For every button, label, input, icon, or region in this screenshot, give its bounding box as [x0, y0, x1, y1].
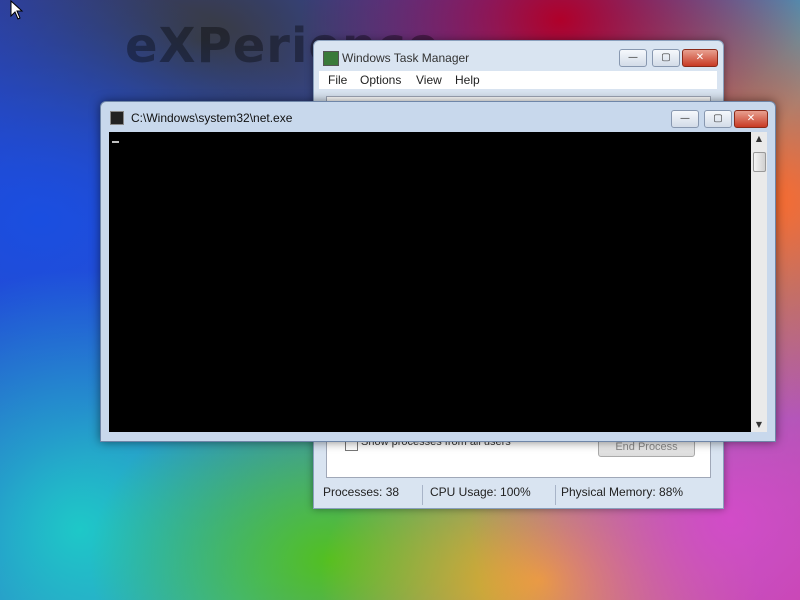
- status-physical-memory: Physical Memory: 88%: [561, 485, 684, 499]
- status-cpu-usage: CPU Usage: 100%: [430, 485, 531, 499]
- console-close-button[interactable]: ✕: [734, 110, 768, 128]
- console-scrollbar[interactable]: ▲ ▼: [751, 132, 767, 432]
- tm-menu-file[interactable]: File: [328, 73, 347, 87]
- tm-close-button[interactable]: ✕: [682, 49, 718, 67]
- console-title: C:\Windows\system32\net.exe: [131, 111, 293, 125]
- console-output-area[interactable]: [109, 132, 751, 432]
- tm-menu-options[interactable]: Options: [360, 73, 401, 87]
- console-icon: [110, 111, 124, 125]
- task-manager-icon: [323, 51, 339, 66]
- tm-menubar: File Options View Help: [319, 71, 717, 89]
- status-processes: Processes: 38: [323, 485, 400, 499]
- mouse-cursor-icon: [10, 0, 24, 20]
- scroll-down-icon[interactable]: ▼: [751, 418, 767, 432]
- text-cursor: [112, 141, 119, 143]
- tm-menu-help[interactable]: Help: [455, 73, 480, 87]
- scroll-up-icon[interactable]: ▲: [751, 132, 767, 146]
- console-maximize-button[interactable]: ▢: [704, 110, 732, 128]
- console-window: C:\Windows\system32\net.exe — ▢ ✕ ▲ ▼: [100, 101, 776, 442]
- tm-minimize-button[interactable]: —: [619, 49, 647, 67]
- task-manager-title: Windows Task Manager: [342, 51, 470, 65]
- tm-menu-view[interactable]: View: [416, 73, 442, 87]
- tm-status-bar: Processes: 38 CPU Usage: 100% Physical M…: [319, 482, 717, 505]
- tm-maximize-button[interactable]: ▢: [652, 49, 680, 67]
- console-minimize-button[interactable]: —: [671, 110, 699, 128]
- scroll-thumb[interactable]: [753, 152, 766, 172]
